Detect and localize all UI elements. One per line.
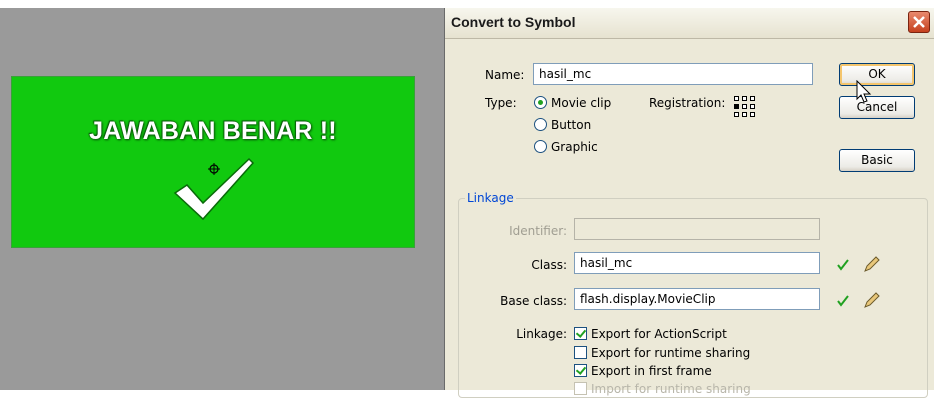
cancel-button[interactable]: Cancel (839, 96, 915, 119)
export-runtime-sharing-checkbox[interactable] (574, 346, 587, 359)
class-field[interactable]: hasil_mc (574, 252, 820, 274)
validate-check-icon[interactable] (836, 258, 850, 272)
validate-check-icon[interactable] (836, 294, 850, 308)
radio-button-label[interactable]: Button (551, 118, 591, 132)
base-class-label: Base class: (500, 294, 567, 308)
registration-label: Registration: (649, 96, 726, 110)
export-actionscript-checkbox[interactable] (574, 327, 587, 340)
close-icon (913, 16, 925, 28)
linkage-label: Linkage: (516, 327, 567, 341)
export-first-frame-label[interactable]: Export in first frame (591, 364, 712, 378)
dialog-titlebar[interactable]: Convert to Symbol (445, 8, 934, 39)
convert-to-symbol-dialog: Convert to Symbol Name: hasil_mc OK Canc… (444, 8, 934, 398)
export-first-frame-checkbox[interactable] (574, 364, 587, 377)
radio-graphic[interactable] (534, 140, 547, 153)
export-actionscript-label[interactable]: Export for ActionScript (591, 327, 727, 341)
class-label: Class: (531, 258, 567, 272)
edit-pencil-icon[interactable] (861, 254, 881, 274)
symbol-text: JAWABAN BENAR !! (89, 117, 337, 145)
import-runtime-sharing-checkbox (574, 382, 587, 395)
basic-button[interactable]: Basic (839, 149, 915, 172)
ok-button[interactable]: OK (839, 63, 915, 86)
stage-area: JAWABAN BENAR !! (0, 8, 444, 390)
import-runtime-sharing-label: Import for runtime sharing (591, 382, 751, 396)
name-field[interactable]: hasil_mc (533, 63, 813, 85)
radio-button[interactable] (534, 118, 547, 131)
close-button[interactable] (908, 11, 930, 33)
linkage-legend: Linkage (465, 191, 516, 205)
green-symbol[interactable]: JAWABAN BENAR !! (11, 76, 415, 248)
dialog-title: Convert to Symbol (451, 14, 576, 30)
mouse-cursor-icon (856, 80, 872, 103)
name-label: Name: (485, 68, 525, 82)
registration-point-icon (208, 163, 220, 175)
identifier-field (574, 218, 820, 240)
radio-movie-clip[interactable] (534, 96, 547, 109)
radio-graphic-label[interactable]: Graphic (551, 140, 598, 154)
export-runtime-sharing-label[interactable]: Export for runtime sharing (591, 346, 750, 360)
identifier-label: Identifier: (509, 224, 567, 238)
base-class-field[interactable]: flash.display.MovieClip (574, 288, 820, 310)
edit-pencil-icon[interactable] (861, 290, 881, 310)
type-label: Type: (485, 96, 517, 110)
radio-movie-clip-label[interactable]: Movie clip (551, 96, 611, 110)
registration-grid-icon[interactable] (734, 96, 756, 118)
